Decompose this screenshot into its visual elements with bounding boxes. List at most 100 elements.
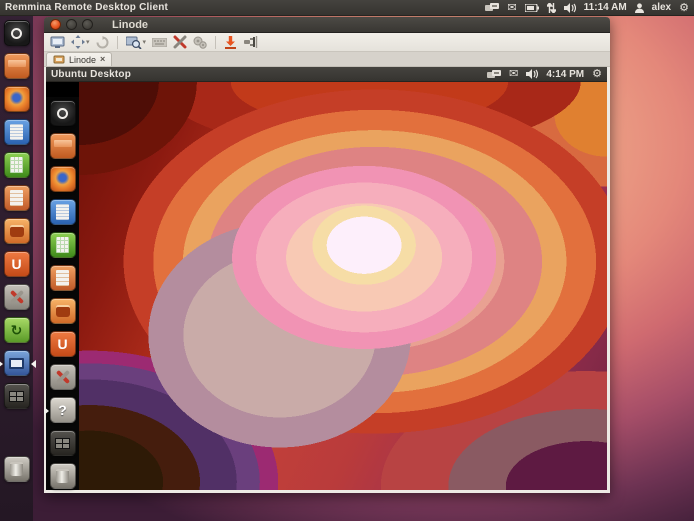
tab-linode[interactable]: Linode × xyxy=(46,52,112,66)
remote-launcher-item-files[interactable] xyxy=(50,133,76,159)
remote-launcher-item-libreoffice-writer[interactable] xyxy=(50,199,76,225)
mail-icon[interactable]: ✉ xyxy=(507,3,516,13)
connection-tab-icon xyxy=(53,55,65,65)
host-top-panel: Remmina Remote Desktop Client ✉ 11:14 AM… xyxy=(0,0,694,16)
tab-bar: Linode × xyxy=(44,52,610,67)
sync-arrows-icon[interactable] xyxy=(547,3,556,13)
writer-icon xyxy=(10,124,23,140)
software-center-icon xyxy=(10,225,24,237)
writer-icon xyxy=(56,204,69,220)
remote-launcher-item-firefox[interactable] xyxy=(50,166,76,192)
launcher-item-software-updater[interactable]: ↻ xyxy=(4,317,30,343)
launcher-item-libreoffice-calc[interactable] xyxy=(4,152,30,178)
keyboard-icon xyxy=(152,38,167,47)
files-icon xyxy=(54,140,72,147)
remote-launcher-item-software-center[interactable] xyxy=(50,298,76,324)
focused-app-arrow-icon xyxy=(44,407,49,415)
fullscreen-button[interactable] xyxy=(50,36,65,48)
remote-tray: ✉ 4:14 PM ⚙ xyxy=(487,69,602,80)
chevron-down-icon[interactable]: ▾ xyxy=(86,39,90,46)
ubuntu-logo-icon xyxy=(57,108,68,119)
remmina-icon xyxy=(9,358,24,369)
impress-icon xyxy=(10,190,23,206)
host-tray: ✉ 11:14 AM alex ⚙ xyxy=(485,2,689,13)
toolbar-separator xyxy=(215,36,216,49)
focused-app-arrow-icon xyxy=(31,360,36,368)
files-icon xyxy=(8,60,26,67)
download-arrow-icon xyxy=(224,35,237,49)
remote-launcher: U ? xyxy=(46,97,79,490)
remote-viewport[interactable]: Ubuntu Desktop ✉ 4:14 PM ⚙ xyxy=(44,67,610,493)
grab-keyboard-button[interactable] xyxy=(152,38,167,47)
workspace-grid-icon xyxy=(9,391,24,402)
screenshot-button[interactable] xyxy=(224,35,237,49)
disconnect-button[interactable] xyxy=(243,36,258,48)
ubuntu-logo-icon xyxy=(11,28,22,39)
tools-button[interactable] xyxy=(173,35,187,49)
settings-button[interactable] xyxy=(193,36,207,49)
mail-icon[interactable]: ✉ xyxy=(509,69,518,79)
minimize-button[interactable] xyxy=(66,19,77,30)
trash-icon xyxy=(56,469,69,483)
active-app-title[interactable]: Remmina Remote Desktop Client xyxy=(5,2,168,13)
launcher-item-software-center[interactable] xyxy=(4,218,30,244)
remote-launcher-item-help[interactable]: ? xyxy=(50,397,76,423)
remote-launcher-item-system-settings[interactable] xyxy=(50,364,76,390)
running-app-arrow-icon xyxy=(0,360,3,368)
gear-icon[interactable]: ⚙ xyxy=(592,69,602,79)
remote-top-panel: Ubuntu Desktop ✉ 4:14 PM ⚙ xyxy=(46,67,607,82)
help-icon: ? xyxy=(58,403,67,417)
remote-launcher-item-trash[interactable] xyxy=(50,463,76,489)
fit-window-button[interactable]: ▾ xyxy=(71,35,90,49)
volume-icon[interactable] xyxy=(564,3,576,13)
software-center-icon xyxy=(56,305,70,317)
host-clock[interactable]: 11:14 AM xyxy=(584,2,627,13)
chevron-down-icon[interactable]: ▾ xyxy=(143,39,147,46)
launcher-item-libreoffice-writer[interactable] xyxy=(4,119,30,145)
gear-icon[interactable]: ⚙ xyxy=(679,3,689,13)
refresh-icon xyxy=(96,36,109,49)
remote-wallpaper xyxy=(79,82,607,490)
launcher-item-files[interactable] xyxy=(4,53,30,79)
refresh-button[interactable] xyxy=(96,36,109,49)
user-menu[interactable]: alex xyxy=(652,2,671,13)
launcher-item-dash-home[interactable] xyxy=(4,20,30,46)
launcher-item-system-settings[interactable] xyxy=(4,284,30,310)
window-titlebar[interactable]: Linode xyxy=(44,17,610,33)
scaled-mode-button[interactable]: ▾ xyxy=(126,36,147,49)
user-icon xyxy=(635,3,644,13)
remote-launcher-item-dash-home[interactable] xyxy=(50,100,76,126)
volume-icon[interactable] xyxy=(526,69,538,79)
launcher-item-workspace-switcher[interactable] xyxy=(4,383,30,409)
network-icon[interactable] xyxy=(487,70,501,79)
ubuntu-one-icon: U xyxy=(57,337,67,351)
remote-launcher-item-ubuntu-one[interactable]: U xyxy=(50,331,76,357)
tools-cross-icon xyxy=(173,35,187,49)
battery-icon[interactable] xyxy=(525,4,539,12)
remote-launcher-item-libreoffice-impress[interactable] xyxy=(50,265,76,291)
launcher-item-firefox[interactable] xyxy=(4,86,30,112)
maximize-button[interactable] xyxy=(82,19,93,30)
tab-close-icon[interactable]: × xyxy=(100,55,105,64)
calc-icon xyxy=(56,237,69,253)
launcher-item-ubuntu-one[interactable]: U xyxy=(4,251,30,277)
ubuntu-one-icon: U xyxy=(11,257,21,271)
launcher-item-remmina[interactable] xyxy=(4,350,30,376)
tab-label: Linode xyxy=(69,55,96,65)
calc-icon xyxy=(10,157,23,173)
host-launcher: U ↻ xyxy=(0,16,33,521)
fit-arrows-icon xyxy=(71,35,85,49)
plug-icon xyxy=(243,36,258,48)
window-title: Linode xyxy=(112,19,148,31)
network-icon[interactable] xyxy=(485,3,499,12)
remmina-toolbar: ▾ ▾ xyxy=(44,33,610,52)
launcher-item-trash[interactable] xyxy=(4,456,30,482)
remote-clock[interactable]: 4:14 PM xyxy=(546,69,584,80)
close-button[interactable] xyxy=(50,19,61,30)
remote-launcher-item-workspace-switcher[interactable] xyxy=(50,430,76,456)
monitor-icon xyxy=(50,36,65,48)
remmina-window: Linode ▾ ▾ xyxy=(44,17,610,493)
remote-launcher-item-libreoffice-calc[interactable] xyxy=(50,232,76,258)
launcher-item-libreoffice-impress[interactable] xyxy=(4,185,30,211)
remote-desktop: U ? xyxy=(46,82,607,490)
